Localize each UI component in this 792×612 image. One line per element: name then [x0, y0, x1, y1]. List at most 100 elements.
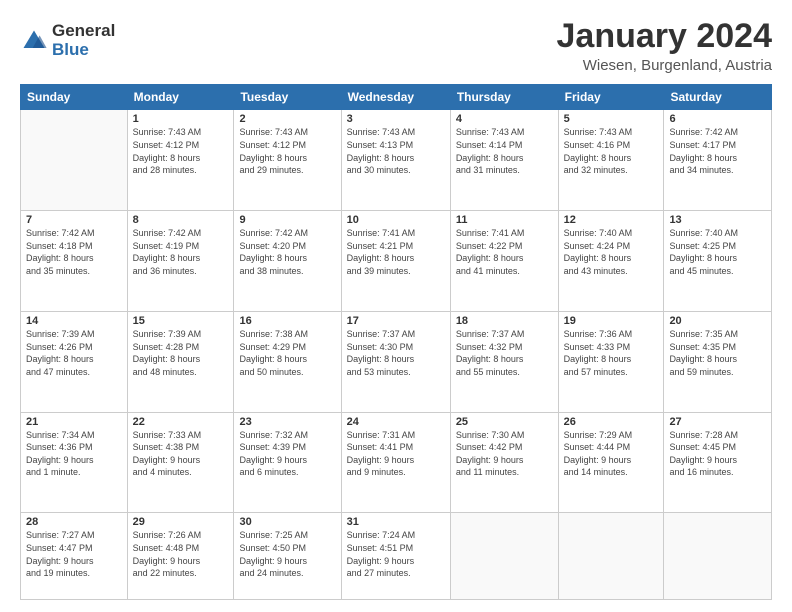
day-number: 6 — [669, 113, 766, 125]
calendar-cell: 20Sunrise: 7:35 AMSunset: 4:35 PMDayligh… — [664, 311, 772, 412]
header: General Blue January 2024 Wiesen, Burgen… — [20, 18, 772, 74]
calendar-cell: 4Sunrise: 7:43 AMSunset: 4:14 PMDaylight… — [450, 110, 558, 211]
header-tuesday: Tuesday — [234, 85, 341, 110]
day-number: 29 — [133, 516, 229, 528]
day-number: 25 — [456, 416, 553, 428]
header-sunday: Sunday — [21, 85, 128, 110]
logo: General Blue — [20, 22, 115, 59]
header-thursday: Thursday — [450, 85, 558, 110]
weekday-header-row: Sunday Monday Tuesday Wednesday Thursday… — [21, 85, 772, 110]
week-row-2: 7Sunrise: 7:42 AMSunset: 4:18 PMDaylight… — [21, 211, 772, 312]
calendar-cell — [450, 513, 558, 600]
day-detail: Sunrise: 7:31 AMSunset: 4:41 PMDaylight:… — [347, 429, 445, 479]
day-detail: Sunrise: 7:36 AMSunset: 4:33 PMDaylight:… — [564, 328, 659, 378]
day-detail: Sunrise: 7:41 AMSunset: 4:21 PMDaylight:… — [347, 227, 445, 277]
day-detail: Sunrise: 7:40 AMSunset: 4:24 PMDaylight:… — [564, 227, 659, 277]
day-number: 30 — [239, 516, 335, 528]
week-row-4: 21Sunrise: 7:34 AMSunset: 4:36 PMDayligh… — [21, 412, 772, 513]
calendar-cell: 12Sunrise: 7:40 AMSunset: 4:24 PMDayligh… — [558, 211, 664, 312]
calendar-cell: 10Sunrise: 7:41 AMSunset: 4:21 PMDayligh… — [341, 211, 450, 312]
day-detail: Sunrise: 7:42 AMSunset: 4:20 PMDaylight:… — [239, 227, 335, 277]
day-number: 1 — [133, 113, 229, 125]
calendar-cell: 26Sunrise: 7:29 AMSunset: 4:44 PMDayligh… — [558, 412, 664, 513]
calendar-cell: 29Sunrise: 7:26 AMSunset: 4:48 PMDayligh… — [127, 513, 234, 600]
day-detail: Sunrise: 7:24 AMSunset: 4:51 PMDaylight:… — [347, 529, 445, 579]
calendar-cell: 7Sunrise: 7:42 AMSunset: 4:18 PMDaylight… — [21, 211, 128, 312]
day-number: 11 — [456, 214, 553, 226]
calendar-cell: 15Sunrise: 7:39 AMSunset: 4:28 PMDayligh… — [127, 311, 234, 412]
calendar-table: Sunday Monday Tuesday Wednesday Thursday… — [20, 84, 772, 600]
calendar-cell: 24Sunrise: 7:31 AMSunset: 4:41 PMDayligh… — [341, 412, 450, 513]
day-number: 21 — [26, 416, 122, 428]
day-number: 20 — [669, 315, 766, 327]
week-row-5: 28Sunrise: 7:27 AMSunset: 4:47 PMDayligh… — [21, 513, 772, 600]
logo-icon — [20, 27, 48, 55]
calendar-cell: 5Sunrise: 7:43 AMSunset: 4:16 PMDaylight… — [558, 110, 664, 211]
day-detail: Sunrise: 7:43 AMSunset: 4:12 PMDaylight:… — [239, 126, 335, 176]
day-detail: Sunrise: 7:43 AMSunset: 4:16 PMDaylight:… — [564, 126, 659, 176]
calendar-cell: 21Sunrise: 7:34 AMSunset: 4:36 PMDayligh… — [21, 412, 128, 513]
calendar-cell: 13Sunrise: 7:40 AMSunset: 4:25 PMDayligh… — [664, 211, 772, 312]
week-row-1: 1Sunrise: 7:43 AMSunset: 4:12 PMDaylight… — [21, 110, 772, 211]
calendar-cell: 18Sunrise: 7:37 AMSunset: 4:32 PMDayligh… — [450, 311, 558, 412]
day-detail: Sunrise: 7:27 AMSunset: 4:47 PMDaylight:… — [26, 529, 122, 579]
calendar-cell: 30Sunrise: 7:25 AMSunset: 4:50 PMDayligh… — [234, 513, 341, 600]
day-number: 2 — [239, 113, 335, 125]
calendar-cell — [21, 110, 128, 211]
day-number: 26 — [564, 416, 659, 428]
day-number: 23 — [239, 416, 335, 428]
header-monday: Monday — [127, 85, 234, 110]
calendar-cell: 25Sunrise: 7:30 AMSunset: 4:42 PMDayligh… — [450, 412, 558, 513]
day-number: 5 — [564, 113, 659, 125]
day-number: 9 — [239, 214, 335, 226]
day-detail: Sunrise: 7:43 AMSunset: 4:12 PMDaylight:… — [133, 126, 229, 176]
day-number: 17 — [347, 315, 445, 327]
day-detail: Sunrise: 7:42 AMSunset: 4:18 PMDaylight:… — [26, 227, 122, 277]
logo-text: General Blue — [52, 22, 115, 59]
calendar-cell: 23Sunrise: 7:32 AMSunset: 4:39 PMDayligh… — [234, 412, 341, 513]
logo-blue-text: Blue — [52, 41, 115, 60]
day-detail: Sunrise: 7:37 AMSunset: 4:32 PMDaylight:… — [456, 328, 553, 378]
day-detail: Sunrise: 7:26 AMSunset: 4:48 PMDaylight:… — [133, 529, 229, 579]
day-number: 10 — [347, 214, 445, 226]
header-friday: Friday — [558, 85, 664, 110]
week-row-3: 14Sunrise: 7:39 AMSunset: 4:26 PMDayligh… — [21, 311, 772, 412]
calendar-cell: 17Sunrise: 7:37 AMSunset: 4:30 PMDayligh… — [341, 311, 450, 412]
calendar-cell: 9Sunrise: 7:42 AMSunset: 4:20 PMDaylight… — [234, 211, 341, 312]
day-number: 12 — [564, 214, 659, 226]
day-detail: Sunrise: 7:43 AMSunset: 4:14 PMDaylight:… — [456, 126, 553, 176]
logo-general-text: General — [52, 22, 115, 41]
day-number: 8 — [133, 214, 229, 226]
calendar-cell: 8Sunrise: 7:42 AMSunset: 4:19 PMDaylight… — [127, 211, 234, 312]
calendar-cell: 22Sunrise: 7:33 AMSunset: 4:38 PMDayligh… — [127, 412, 234, 513]
header-saturday: Saturday — [664, 85, 772, 110]
day-detail: Sunrise: 7:29 AMSunset: 4:44 PMDaylight:… — [564, 429, 659, 479]
day-number: 27 — [669, 416, 766, 428]
day-number: 18 — [456, 315, 553, 327]
day-detail: Sunrise: 7:32 AMSunset: 4:39 PMDaylight:… — [239, 429, 335, 479]
day-detail: Sunrise: 7:30 AMSunset: 4:42 PMDaylight:… — [456, 429, 553, 479]
day-detail: Sunrise: 7:42 AMSunset: 4:19 PMDaylight:… — [133, 227, 229, 277]
day-detail: Sunrise: 7:34 AMSunset: 4:36 PMDaylight:… — [26, 429, 122, 479]
calendar-cell: 14Sunrise: 7:39 AMSunset: 4:26 PMDayligh… — [21, 311, 128, 412]
calendar-cell — [664, 513, 772, 600]
day-number: 4 — [456, 113, 553, 125]
header-wednesday: Wednesday — [341, 85, 450, 110]
month-title: January 2024 — [557, 18, 773, 55]
day-detail: Sunrise: 7:33 AMSunset: 4:38 PMDaylight:… — [133, 429, 229, 479]
day-number: 28 — [26, 516, 122, 528]
day-detail: Sunrise: 7:41 AMSunset: 4:22 PMDaylight:… — [456, 227, 553, 277]
day-detail: Sunrise: 7:35 AMSunset: 4:35 PMDaylight:… — [669, 328, 766, 378]
day-number: 3 — [347, 113, 445, 125]
calendar-cell: 3Sunrise: 7:43 AMSunset: 4:13 PMDaylight… — [341, 110, 450, 211]
day-detail: Sunrise: 7:39 AMSunset: 4:28 PMDaylight:… — [133, 328, 229, 378]
day-number: 19 — [564, 315, 659, 327]
day-number: 7 — [26, 214, 122, 226]
day-detail: Sunrise: 7:42 AMSunset: 4:17 PMDaylight:… — [669, 126, 766, 176]
page: General Blue January 2024 Wiesen, Burgen… — [0, 0, 792, 612]
calendar-cell: 28Sunrise: 7:27 AMSunset: 4:47 PMDayligh… — [21, 513, 128, 600]
day-number: 24 — [347, 416, 445, 428]
location-title: Wiesen, Burgenland, Austria — [557, 57, 773, 74]
day-detail: Sunrise: 7:28 AMSunset: 4:45 PMDaylight:… — [669, 429, 766, 479]
calendar-cell: 2Sunrise: 7:43 AMSunset: 4:12 PMDaylight… — [234, 110, 341, 211]
